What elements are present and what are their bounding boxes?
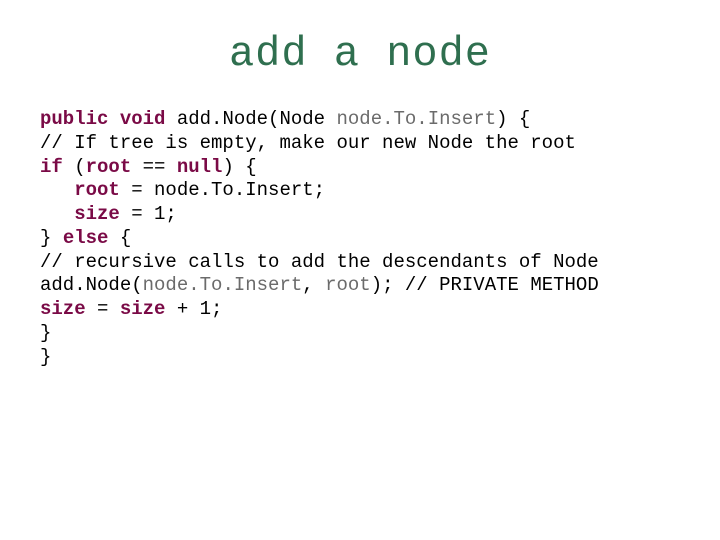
l9-mid: =	[86, 298, 120, 320]
code-line-6: } else {	[40, 227, 131, 249]
code-line-2: // If tree is empty, make our new Node t…	[40, 132, 576, 154]
l5-rest: = 1;	[120, 203, 177, 225]
l3-open: (	[63, 156, 86, 178]
keyword-null: null	[177, 156, 223, 178]
slide: add a node public void add.Node(Node nod…	[0, 0, 720, 540]
method-name: add.Node(Node	[177, 108, 337, 130]
code-line-7: // recursive calls to add the descendant…	[40, 251, 599, 273]
code-line-11: }	[40, 346, 51, 368]
l8-fn: add.Node(	[40, 274, 143, 296]
keyword-public: public	[40, 108, 108, 130]
code-line-9: size = size + 1;	[40, 298, 222, 320]
l8-tail: ); // PRIVATE METHOD	[371, 274, 599, 296]
l9-size2: size	[120, 298, 166, 320]
l6-brace: }	[40, 227, 63, 249]
code-line-4: root = node.To.Insert;	[40, 179, 325, 201]
code-line-3: if (root == null) {	[40, 156, 257, 178]
keyword-size: size	[74, 203, 120, 225]
l8-arg1: node.To.Insert	[143, 274, 303, 296]
code-line-1: public void add.Node(Node node.To.Insert…	[40, 108, 530, 130]
l9-tail: + 1;	[165, 298, 222, 320]
keyword-root: root	[86, 156, 132, 178]
l8-arg2: root	[325, 274, 371, 296]
l3-close: ) {	[222, 156, 256, 178]
code-line-5: size = 1;	[40, 203, 177, 225]
slide-title: add a node	[40, 30, 680, 78]
line1-tail: ) {	[496, 108, 530, 130]
keyword-root-assign: root	[74, 179, 120, 201]
l8-sep: ,	[302, 274, 325, 296]
code-block: public void add.Node(Node node.To.Insert…	[40, 108, 680, 369]
l9-size1: size	[40, 298, 86, 320]
l3-eqeq: ==	[131, 156, 177, 178]
l6-rest: {	[108, 227, 131, 249]
keyword-else: else	[63, 227, 109, 249]
l4-rest: = node.To.Insert;	[120, 179, 325, 201]
code-line-10: }	[40, 322, 51, 344]
parameter: node.To.Insert	[336, 108, 496, 130]
code-line-8: add.Node(node.To.Insert, root); // PRIVA…	[40, 274, 599, 296]
keyword-void: void	[120, 108, 166, 130]
keyword-if: if	[40, 156, 63, 178]
